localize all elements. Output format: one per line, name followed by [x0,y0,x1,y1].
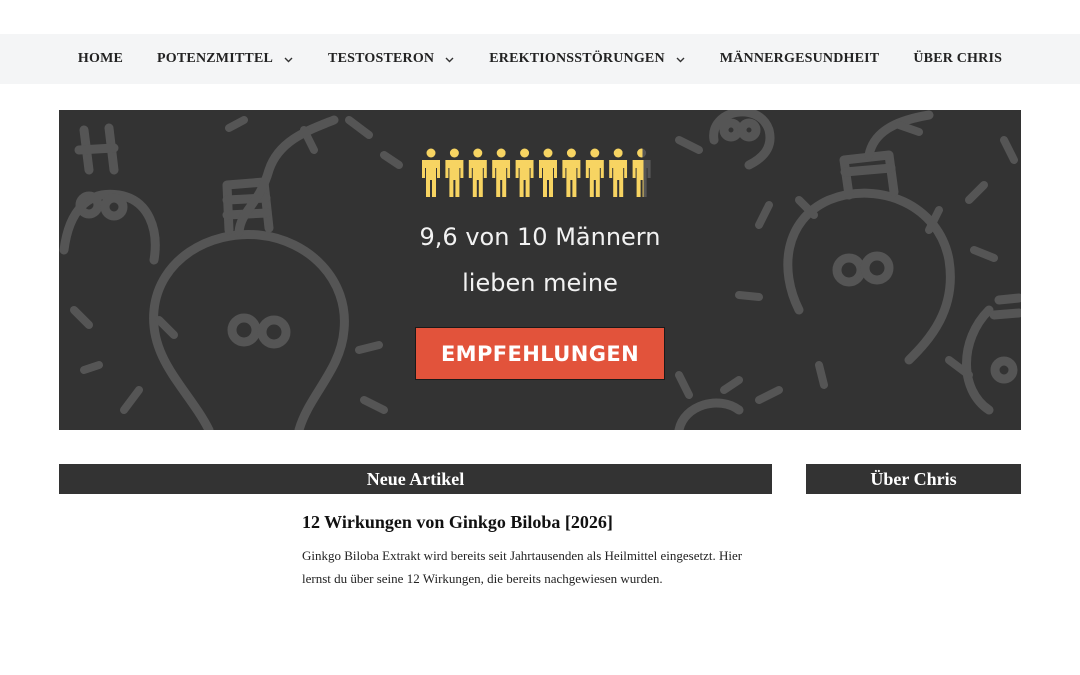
people-rating-icons [422,148,651,197]
nav-item-potenzmittel[interactable]: POTENZMITTEL [157,51,294,67]
banner-headline-line1: 9,6 von 10 Männern [419,223,661,251]
chevron-down-icon [283,54,294,65]
recommendations-banner[interactable]: 9,6 von 10 Männern lieben meine EMPFEHLU… [59,110,1021,430]
nav-item-label: ÜBER CHRIS [913,51,1003,66]
nav-item-label: TESTOSTERON [328,51,435,66]
about-chris-heading: Über Chris [806,464,1021,494]
article-card: 12 Wirkungen von Ginkgo Biloba [2026] Gi… [302,510,772,590]
top-navigation-bar: HOME POTENZMITTEL TESTOSTERON EREKTIONSS… [0,34,1080,84]
nav-item-label: MÄNNERGESUNDHEIT [719,51,880,66]
person-icon [468,148,487,197]
person-icon [632,148,651,197]
nav-item-label: POTENZMITTEL [157,51,274,66]
empfehlungen-button[interactable]: EMPFEHLUNGEN [415,327,665,380]
main-nav: HOME POTENZMITTEL TESTOSTERON EREKTIONSS… [0,34,1080,84]
person-icon [609,148,628,197]
article-excerpt: Ginkgo Biloba Extrakt wird bereits seit … [302,548,743,586]
person-icon [585,148,604,197]
nav-item-testosteron[interactable]: TESTOSTERON [328,51,455,67]
person-icon [562,148,581,197]
nav-item-maennergesundheit[interactable]: MÄNNERGESUNDHEIT [720,51,880,67]
nav-item-label: HOME [77,51,124,66]
banner-headline-line2: lieben meine [462,269,618,297]
chevron-down-icon [444,54,455,65]
person-icon [539,148,557,197]
person-icon [422,148,440,197]
article-title-link[interactable]: 12 Wirkungen von Ginkgo Biloba [2026] [302,510,772,534]
person-icon [515,148,534,197]
person-icon [492,148,511,197]
nav-item-label: EREKTIONSSTÖRUNGEN [489,51,665,66]
person-icon [445,148,464,197]
nav-item-ueber-chris[interactable]: ÜBER CHRIS [913,51,1002,67]
new-articles-heading: Neue Artikel [59,464,772,494]
chevron-down-icon [675,54,686,65]
nav-item-erektionsstoerungen[interactable]: EREKTIONSSTÖRUNGEN [489,51,686,67]
nav-item-home[interactable]: HOME [78,51,123,67]
